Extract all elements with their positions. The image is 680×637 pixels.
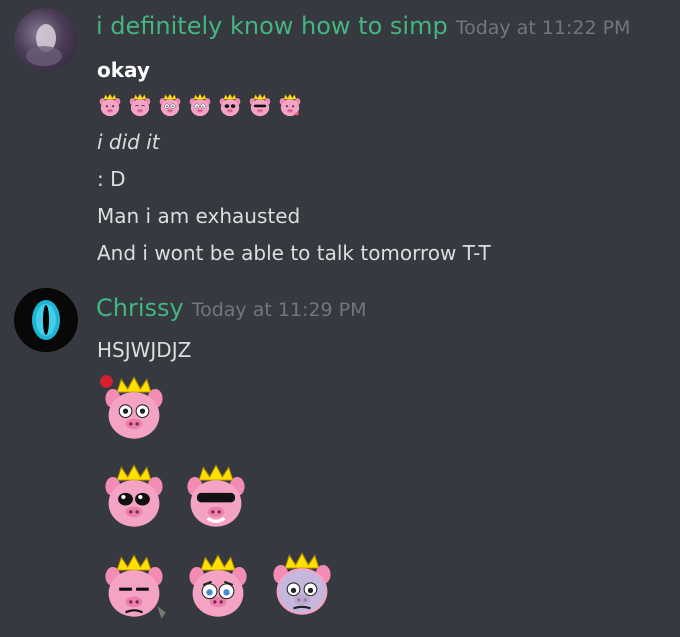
pig-crown-emote	[249, 93, 271, 117]
pig-crown-emote	[189, 93, 211, 117]
pig-crown-blue-emote	[272, 552, 332, 616]
username[interactable]: Chrissy Today at 11:29 PM	[96, 294, 367, 322]
pig-crown-emote	[129, 93, 151, 117]
message-line: okay	[97, 58, 150, 82]
message-line: Man i am exhausted	[97, 204, 301, 228]
pig-crown-emote	[279, 93, 301, 117]
message-line: HSJWJDJZ	[97, 338, 192, 362]
user-avatar[interactable]	[14, 8, 78, 72]
message-line: And i wont be able to talk tomorrow T-T	[97, 241, 491, 265]
user-avatar[interactable]	[14, 288, 78, 352]
pig-crown-shades-emote	[186, 464, 246, 528]
avatar-art-icon	[26, 24, 62, 66]
pig-crown-emote	[99, 93, 121, 117]
pig-crown-rose-emote	[100, 375, 164, 440]
pig-crown-crying-emote	[188, 554, 248, 618]
cat-eye-avatar-icon	[14, 288, 78, 352]
pig-crown-emote	[219, 93, 241, 117]
timestamp: Today at 11:22 PM	[455, 17, 631, 39]
pig-crown-eyes-emote	[104, 464, 164, 528]
username-text[interactable]: Chrissy	[96, 294, 184, 322]
username[interactable]: i definitely know how to simp Today at 11…	[96, 12, 630, 40]
inline-emote-row	[97, 92, 303, 118]
pig-crown-grumpy-emote	[104, 554, 166, 619]
timestamp: Today at 11:29 PM	[191, 299, 367, 321]
message-line: : D	[97, 167, 126, 191]
username-text[interactable]: i definitely know how to simp	[96, 12, 448, 40]
pig-crown-emote	[159, 93, 181, 117]
message-line: i did it	[97, 130, 160, 154]
